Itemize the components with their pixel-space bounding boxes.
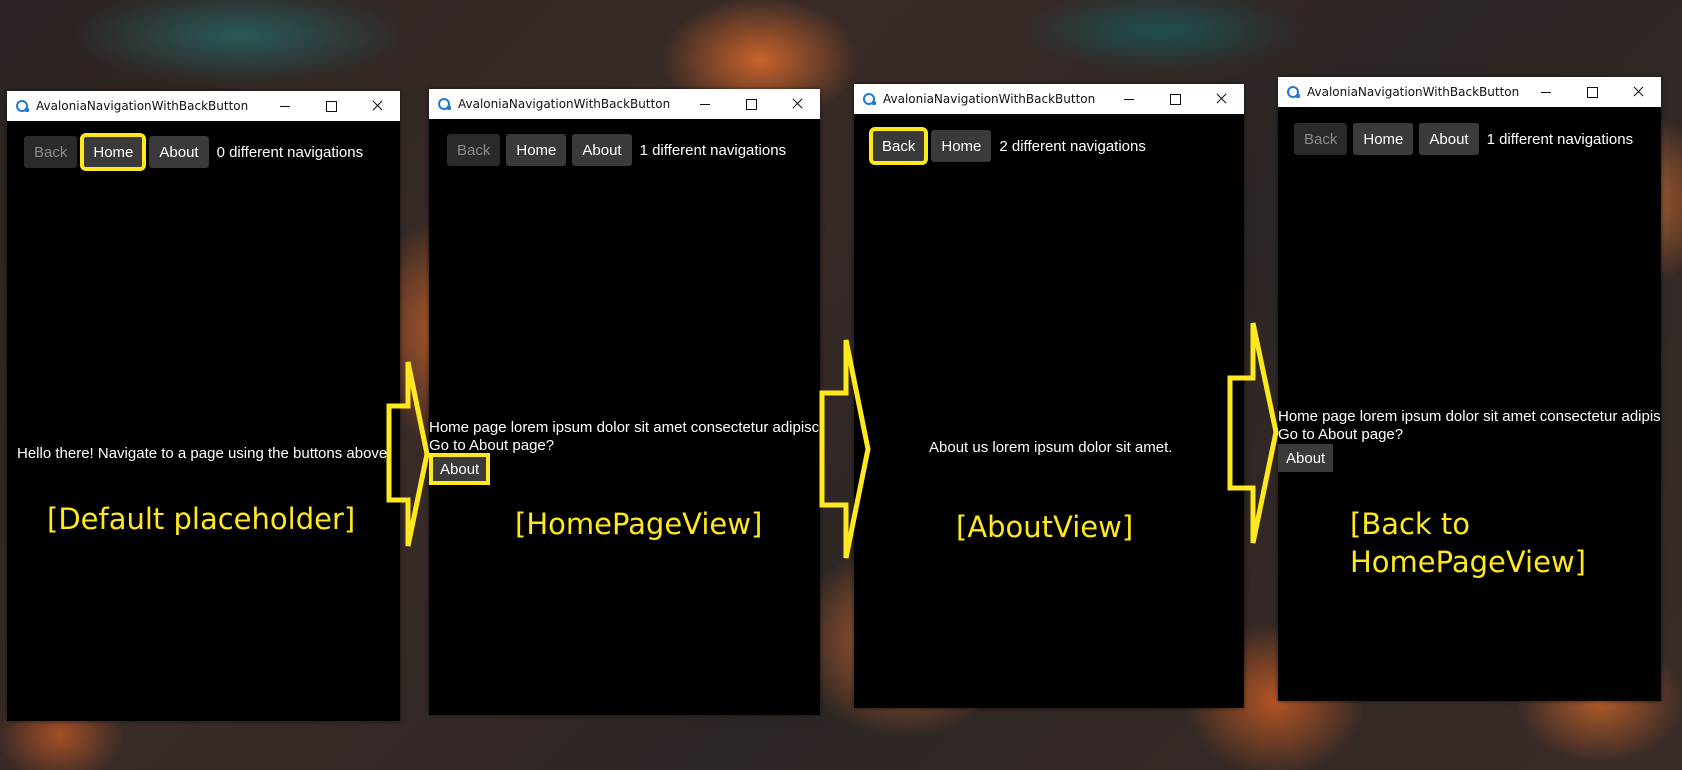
window-back-home: AvaloniaNavigationWithBackButton Back Ho… [1278, 77, 1661, 701]
arrow-right-icon [386, 361, 430, 547]
about-page-text: About us lorem ipsum dolor sit amet. [929, 439, 1173, 456]
caption-about: [AboutView] [956, 510, 1134, 544]
caption-line: [Back to [1350, 507, 1471, 541]
go-to-about-text: Go to About page? [429, 437, 555, 454]
placeholder-text: Hello there! Navigate to a page using th… [17, 445, 392, 462]
navigation-count: 2 different navigations [999, 137, 1146, 155]
minimize-icon[interactable] [1106, 84, 1152, 114]
home-button[interactable]: Home [80, 133, 147, 171]
minimize-icon[interactable] [1523, 77, 1569, 107]
home-page-text: Home page lorem ipsum dolor sit amet con… [1278, 408, 1661, 425]
caption-default: [Default placeholder] [47, 502, 356, 536]
window-about: AvaloniaNavigationWithBackButton Back Ho… [854, 84, 1244, 708]
back-button[interactable]: Back [1294, 123, 1348, 155]
arrow-right-icon [819, 339, 871, 559]
home-button[interactable]: Home [931, 130, 992, 162]
close-icon[interactable] [1615, 77, 1661, 107]
arrow-right-icon [1227, 322, 1279, 544]
window-homepage: AvaloniaNavigationWithBackButton Back Ho… [429, 89, 820, 715]
back-button[interactable]: Back [447, 134, 501, 166]
caption-back-home: [Back to HomePageView] [1350, 505, 1586, 581]
maximize-icon[interactable] [308, 91, 354, 121]
window-title: AvaloniaNavigationWithBackButton [458, 97, 671, 111]
close-icon[interactable] [1198, 84, 1244, 114]
navigation-count: 1 different navigations [1486, 130, 1634, 148]
maximize-icon[interactable] [728, 89, 774, 119]
avalonia-app-icon [438, 98, 451, 110]
about-button[interactable]: About [149, 136, 209, 168]
caption-homepage: [HomePageView] [515, 507, 763, 541]
about-button[interactable]: About [572, 134, 632, 166]
titlebar[interactable]: AvaloniaNavigationWithBackButton [7, 91, 400, 121]
close-icon[interactable] [774, 89, 820, 119]
maximize-icon[interactable] [1152, 84, 1198, 114]
window-title: AvaloniaNavigationWithBackButton [36, 99, 249, 113]
window-title: AvaloniaNavigationWithBackButton [1307, 85, 1520, 99]
avalonia-app-icon [1287, 86, 1300, 98]
home-button[interactable]: Home [1353, 123, 1414, 155]
back-button[interactable]: Back [24, 136, 78, 168]
maximize-icon[interactable] [1569, 77, 1615, 107]
back-button[interactable]: Back [868, 127, 929, 165]
minimize-icon[interactable] [262, 91, 308, 121]
avalonia-app-icon [16, 100, 29, 112]
window-title: AvaloniaNavigationWithBackButton [883, 92, 1096, 106]
avalonia-app-icon [863, 93, 876, 105]
minimize-icon[interactable] [682, 89, 728, 119]
go-about-button[interactable]: About [1278, 444, 1334, 472]
titlebar[interactable]: AvaloniaNavigationWithBackButton [429, 89, 820, 119]
titlebar[interactable]: AvaloniaNavigationWithBackButton [854, 84, 1244, 114]
about-button[interactable]: About [1419, 123, 1479, 155]
window-default: AvaloniaNavigationWithBackButton Back Ho… [7, 91, 400, 721]
caption-line: HomePageView] [1350, 545, 1586, 579]
close-icon[interactable] [354, 91, 400, 121]
titlebar[interactable]: AvaloniaNavigationWithBackButton [1278, 77, 1661, 107]
navigation-count: 0 different navigations [216, 143, 364, 161]
home-button[interactable]: Home [506, 134, 567, 166]
go-about-button[interactable]: About [429, 453, 491, 485]
go-to-about-text: Go to About page? [1278, 426, 1404, 443]
navigation-count: 1 different navigations [639, 141, 787, 159]
home-page-text: Home page lorem ipsum dolor sit amet con… [429, 419, 820, 436]
